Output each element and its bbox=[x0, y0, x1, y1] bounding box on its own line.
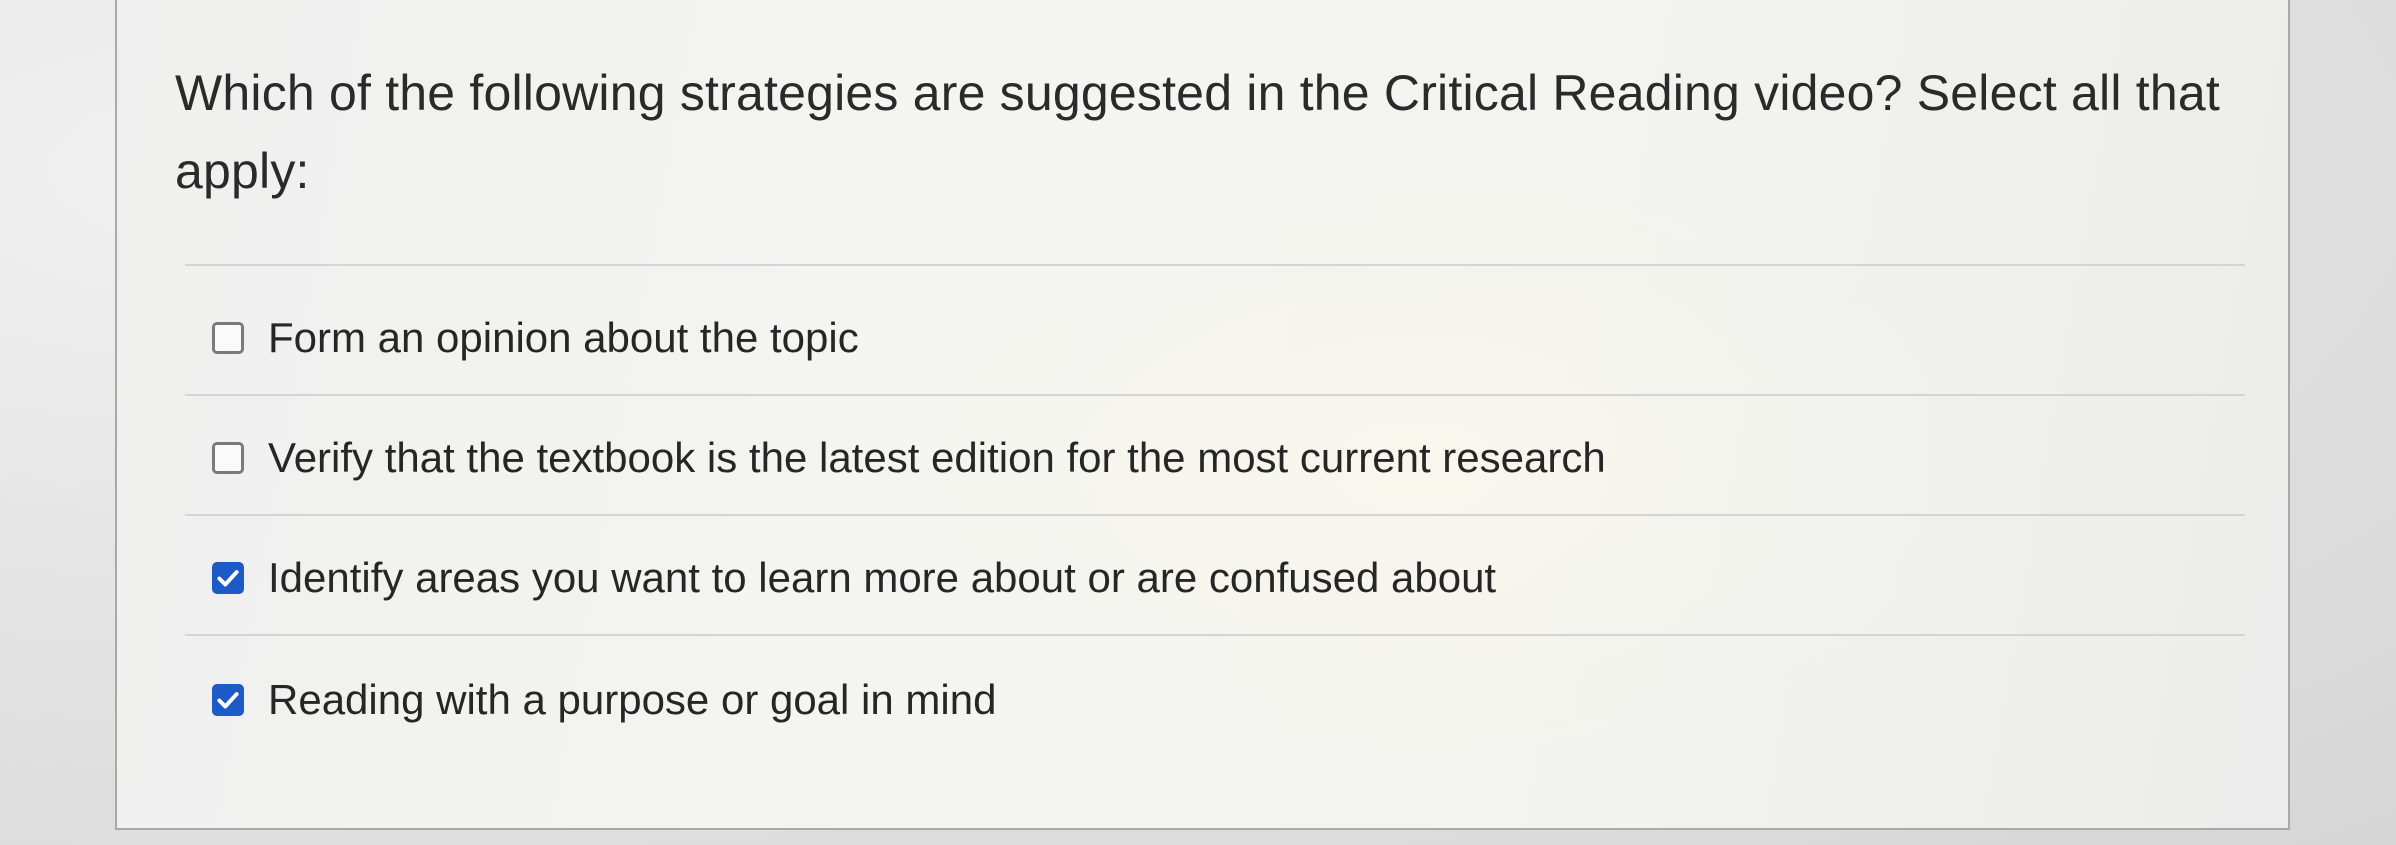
option-label: Reading with a purpose or goal in mind bbox=[268, 676, 997, 723]
checkbox[interactable] bbox=[212, 442, 244, 474]
question-card: Which of the following strategies are su… bbox=[115, 0, 2290, 830]
divider bbox=[185, 394, 2245, 396]
checkmark-icon bbox=[217, 692, 239, 709]
checkbox-checked[interactable] bbox=[212, 562, 244, 594]
checkbox[interactable] bbox=[212, 322, 244, 354]
option-identify-areas[interactable]: Identify areas you want to learn more ab… bbox=[212, 548, 1496, 608]
option-form-opinion[interactable]: Form an opinion about the topic bbox=[212, 308, 859, 368]
checkbox-checked[interactable] bbox=[212, 684, 244, 716]
option-reading-purpose[interactable]: Reading with a purpose or goal in mind bbox=[212, 670, 996, 730]
screen: Which of the following strategies are su… bbox=[0, 0, 2396, 845]
checkmark-icon bbox=[217, 570, 239, 587]
option-label: Identify areas you want to learn more ab… bbox=[268, 554, 1497, 601]
option-label: Form an opinion about the topic bbox=[268, 314, 859, 361]
question-text: Which of the following strategies are su… bbox=[175, 65, 2220, 199]
divider bbox=[185, 264, 2245, 266]
divider bbox=[185, 514, 2245, 516]
option-label: Verify that the textbook is the latest e… bbox=[268, 434, 1606, 481]
divider bbox=[185, 634, 2245, 636]
option-verify-textbook[interactable]: Verify that the textbook is the latest e… bbox=[212, 428, 1606, 488]
